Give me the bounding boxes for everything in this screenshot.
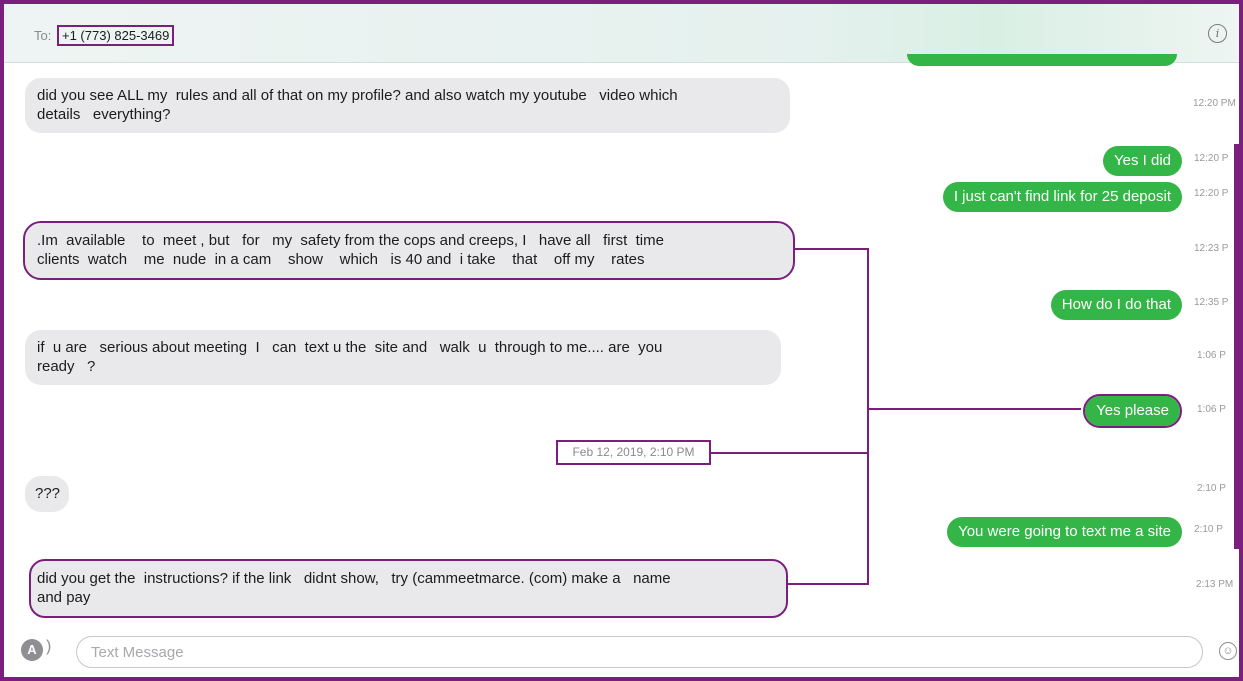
incoming-message[interactable]: did you get the instructions? if the lin… [29, 559, 788, 618]
recipient-number[interactable]: +1 (773) 825-3469 [57, 25, 175, 46]
annotation-line [867, 408, 1081, 410]
message-timestamp: 1:06 P [1197, 404, 1226, 415]
message-timestamp: 2:10 P [1197, 483, 1226, 494]
message-timestamp: 12:23 P [1194, 243, 1229, 254]
message-timestamp: 12:20 P [1194, 153, 1229, 164]
incoming-message[interactable]: ??? [25, 476, 69, 512]
annotation-line [786, 583, 869, 585]
to-label: To: [34, 28, 52, 43]
message-timestamp: 12:35 P [1194, 297, 1229, 308]
message-timestamp: 12:20 P [1194, 188, 1229, 199]
annotation-line [867, 248, 869, 585]
partial-outgoing-bubble [907, 54, 1177, 66]
emoji-icon[interactable]: ☺ [1219, 642, 1237, 660]
outgoing-message[interactable]: How do I do that [1050, 290, 1182, 320]
outgoing-message[interactable]: You were going to text me a site [947, 517, 1182, 547]
message-input[interactable] [76, 636, 1203, 668]
outgoing-message[interactable]: Yes I did [1103, 146, 1182, 176]
message-timestamp: 1:06 P [1197, 350, 1226, 361]
incoming-message[interactable]: .Im available to meet , but for my safet… [23, 221, 795, 280]
incoming-message[interactable]: did you see ALL my rules and all of that… [25, 78, 790, 133]
outgoing-message[interactable]: I just can't find link for 25 deposit [942, 182, 1182, 212]
message-timestamp: 2:13 PM [1196, 579, 1234, 590]
date-separator: Feb 12, 2019, 2:10 PM [556, 440, 711, 465]
info-icon[interactable]: i [1208, 24, 1227, 43]
outgoing-message[interactable]: Yes please [1083, 394, 1182, 428]
annotation-line [793, 248, 869, 250]
annotation-line [711, 452, 869, 454]
annotation-edge-bar [1234, 144, 1239, 549]
message-timestamp: 2:10 P [1194, 524, 1223, 535]
incoming-message[interactable]: if u are serious about meeting I can tex… [25, 330, 781, 385]
app-store-icon[interactable]: A [21, 639, 43, 661]
app-store-paren: ) [46, 638, 52, 655]
message-timestamp: 12:20 PM [1193, 98, 1236, 109]
